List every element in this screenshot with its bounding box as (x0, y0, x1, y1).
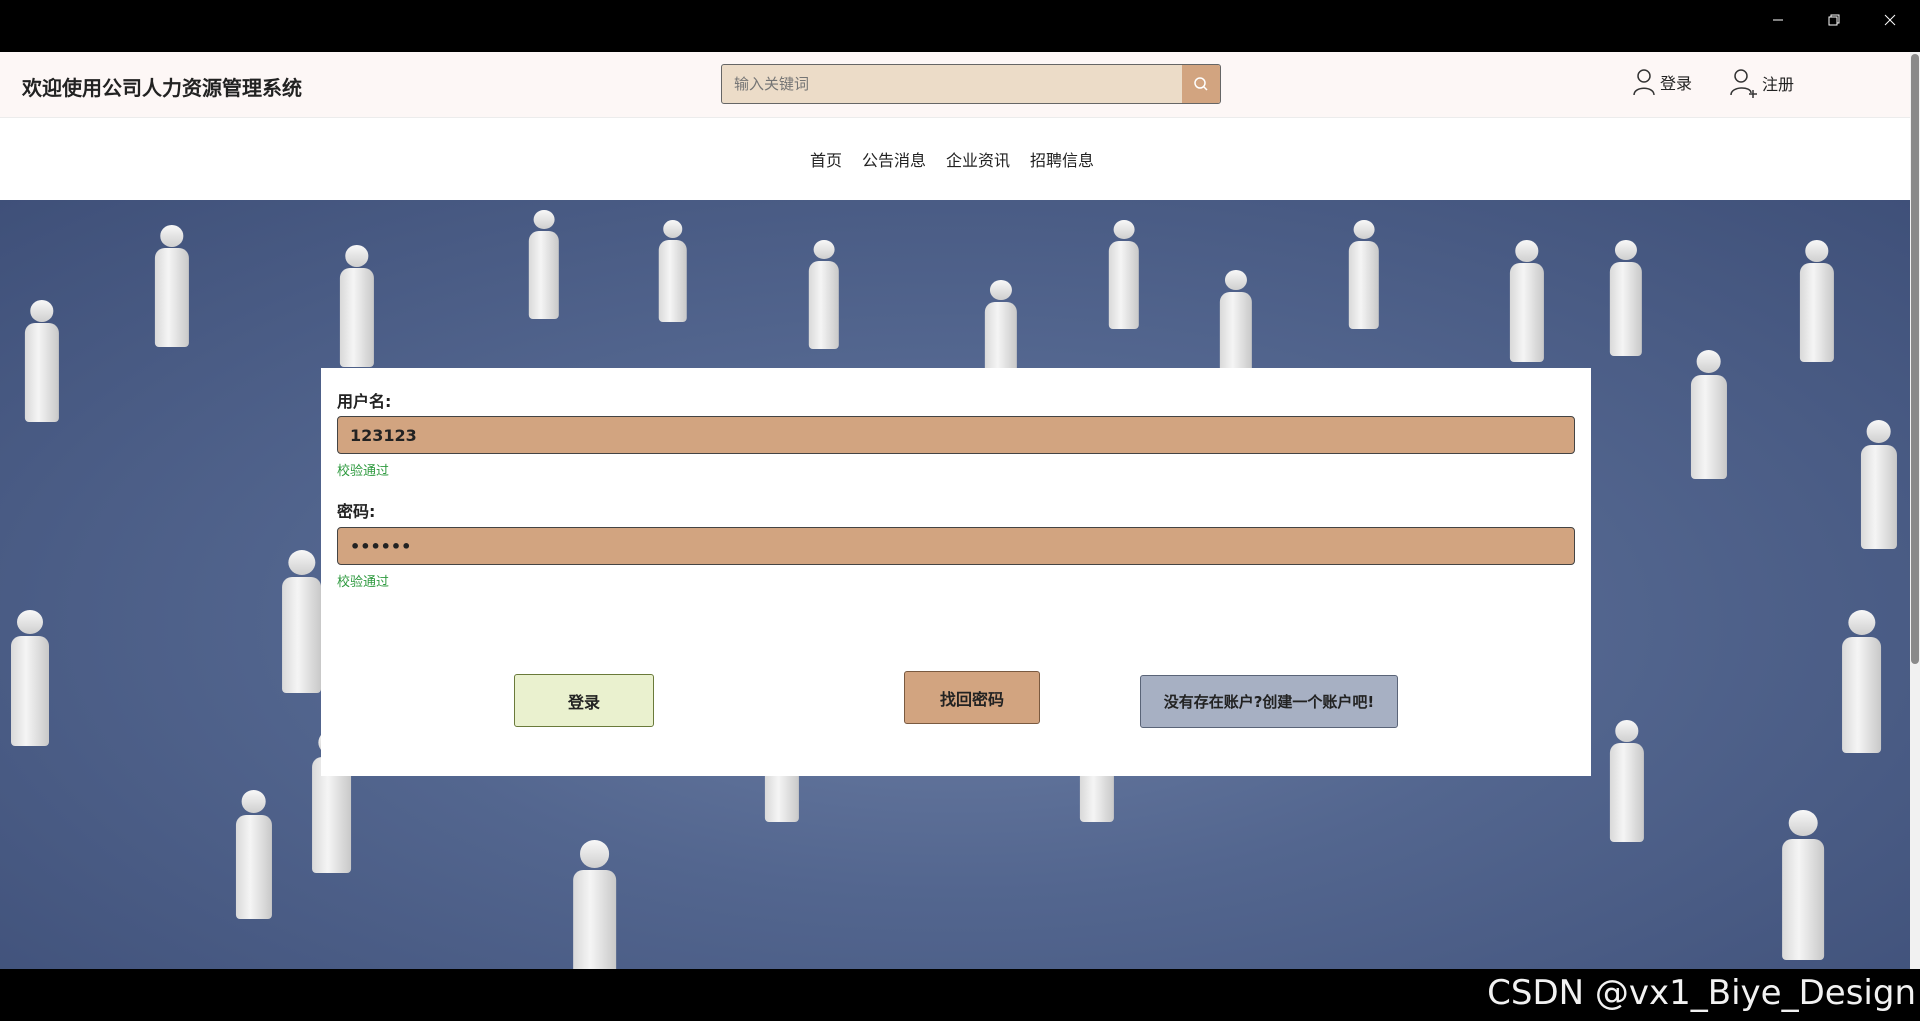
password-label: 密码: (337, 502, 376, 521)
close-icon[interactable] (1862, 0, 1918, 40)
recover-password-button[interactable]: 找回密码 (904, 671, 1040, 724)
site-title: 欢迎使用公司人力资源管理系统 (22, 76, 302, 100)
header-register-label: 注册 (1762, 75, 1795, 94)
person-figure (1600, 720, 1654, 846)
header-register-link[interactable]: 注册 (1730, 68, 1794, 98)
person-figure (650, 220, 695, 325)
person-figure (1600, 240, 1651, 359)
nav-item-announcements[interactable]: 公告消息 (862, 147, 926, 171)
search-bar (721, 64, 1221, 104)
nav-item-home[interactable]: 首页 (810, 147, 842, 171)
person-figure (1340, 220, 1388, 332)
person-figure (1790, 240, 1844, 366)
person-figure (520, 210, 568, 322)
search-icon (1194, 77, 1208, 91)
person-figure (800, 240, 848, 352)
person-figure (15, 300, 69, 426)
search-input[interactable] (722, 65, 1182, 103)
username-label: 用户名: (337, 392, 392, 411)
search-button[interactable] (1182, 65, 1220, 103)
username-field[interactable] (337, 416, 1575, 454)
person-figure (225, 790, 282, 923)
person-figure (330, 245, 384, 371)
add-user-icon (1730, 69, 1757, 98)
person-figure (1680, 350, 1737, 483)
main-nav: 首页 公告消息 企业资讯 招聘信息 (0, 118, 1910, 200)
user-icon (1633, 69, 1655, 96)
person-figure (0, 610, 60, 750)
app-viewport: 欢迎使用公司人力资源管理系统 登录 注册 首页 公告消息 企业资讯 招聘信息 用… (0, 52, 1920, 969)
login-panel: 用户名: 校验通过 密码: 校验通过 登录 找回密码 没有存在账户?创建一个账户… (321, 368, 1591, 776)
nav-item-news[interactable]: 企业资讯 (946, 147, 1010, 171)
person-figure (560, 840, 629, 969)
person-figure (1830, 610, 1893, 757)
username-validation: 校验通过 (337, 464, 390, 479)
restore-icon[interactable] (1806, 0, 1862, 40)
person-figure (1850, 420, 1907, 553)
password-field[interactable] (337, 527, 1575, 565)
person-figure (145, 225, 199, 351)
nav-item-recruitment[interactable]: 招聘信息 (1030, 147, 1094, 171)
minimize-icon[interactable] (1750, 0, 1806, 40)
site-header: 欢迎使用公司人力资源管理系统 登录 注册 (0, 52, 1910, 118)
scroll-thumb[interactable] (1911, 54, 1919, 664)
login-button[interactable]: 登录 (514, 674, 654, 727)
create-account-button[interactable]: 没有存在账户?创建一个账户吧! (1140, 675, 1398, 728)
window-titlebar (0, 0, 1920, 52)
header-login-link[interactable]: 登录 (1632, 68, 1692, 96)
person-figure (1500, 240, 1554, 366)
password-validation: 校验通过 (337, 575, 390, 590)
person-figure (1100, 220, 1148, 332)
page-scrollbar[interactable] (1910, 52, 1920, 969)
person-figure (1770, 810, 1836, 964)
header-login-label: 登录 (1660, 74, 1693, 93)
watermark-text: CSDN @vx1_Biye_Design (1487, 973, 1916, 1013)
